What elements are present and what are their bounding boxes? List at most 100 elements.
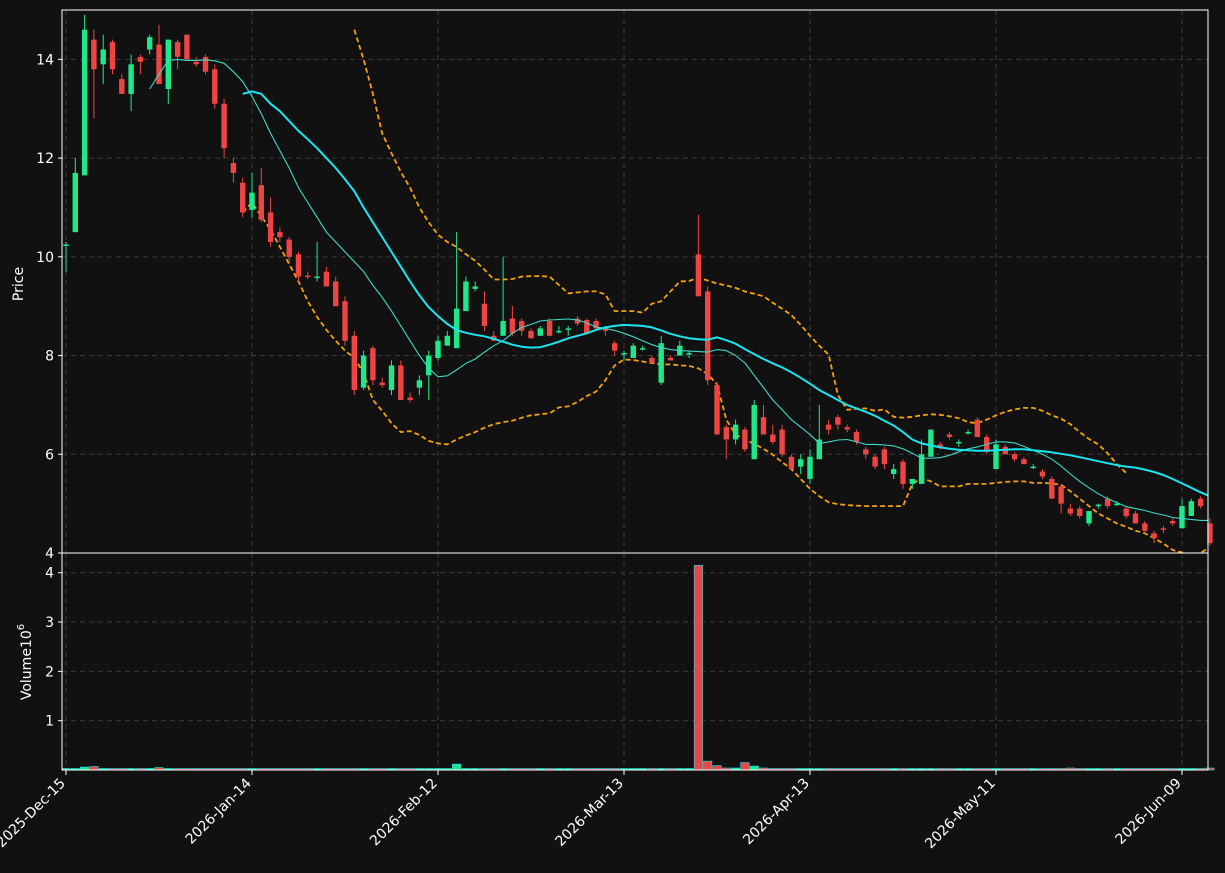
volume-axis-label-text: Volume	[19, 648, 35, 700]
candle-down	[230, 163, 237, 173]
candle-down	[844, 427, 850, 430]
candle-down	[351, 335, 357, 391]
candle-down	[788, 456, 795, 470]
chart-background	[0, 0, 1225, 873]
volume-bar-up	[452, 763, 462, 771]
candle-down	[1058, 486, 1064, 504]
candle-down	[1021, 459, 1027, 465]
candle-down	[872, 456, 878, 467]
candle-up	[639, 348, 646, 350]
candle-down	[881, 449, 888, 465]
volume-axis-label-exponent: 6	[16, 624, 27, 630]
candle-down	[1039, 471, 1046, 477]
candle-up	[956, 441, 962, 444]
candle-down	[342, 301, 348, 341]
candle-down	[667, 358, 674, 361]
candle-down	[277, 232, 283, 238]
price-tick-label: 6	[45, 447, 54, 463]
candle-up	[128, 64, 134, 94]
candle-up	[1188, 501, 1194, 516]
candle-down	[407, 397, 413, 400]
candle-down	[695, 254, 702, 297]
candle-up	[388, 365, 395, 391]
candle-down	[546, 320, 553, 336]
candle-down	[519, 320, 525, 331]
candle-down	[853, 432, 860, 442]
candle-down	[323, 271, 330, 287]
candle-down	[295, 254, 302, 277]
candle-up	[63, 244, 69, 246]
candle-up	[630, 345, 636, 359]
candle-down	[91, 39, 97, 70]
candle-down	[825, 424, 832, 430]
candle-up	[100, 49, 106, 65]
candle-down	[723, 427, 729, 440]
candle-down	[174, 42, 181, 57]
candle-down	[221, 103, 227, 149]
candle-up	[891, 469, 897, 475]
candle-down	[193, 61, 199, 65]
candle-down	[370, 348, 376, 381]
candle-up	[965, 432, 971, 434]
volume-axis-label: Volume106	[16, 624, 35, 700]
candle-down	[267, 212, 274, 243]
candle-up	[537, 328, 543, 336]
candle-down	[119, 79, 125, 94]
candle-up	[928, 429, 934, 457]
candle-up	[500, 320, 506, 336]
candle-down	[137, 56, 144, 62]
volume-tick-label: 4	[45, 566, 54, 582]
candle-down	[1160, 528, 1167, 530]
candle-up	[416, 380, 423, 388]
volume-tick-label: 2	[45, 664, 54, 680]
candle-up	[1030, 466, 1036, 469]
price-tick-label: 12	[36, 151, 54, 167]
candle-down	[258, 185, 264, 220]
candle-down	[900, 461, 906, 484]
candle-down	[974, 419, 981, 437]
candle-down	[1077, 508, 1083, 516]
candle-down	[946, 434, 953, 437]
candle-up	[360, 355, 367, 388]
volume-tick-label: 3	[45, 615, 54, 631]
volume-bar-down	[712, 765, 722, 771]
candle-up	[444, 335, 450, 346]
price-tick-label: 10	[36, 250, 54, 266]
candle-up	[807, 456, 813, 479]
candle-down	[333, 281, 339, 307]
volume-axis-label-base: 10	[19, 630, 35, 648]
candle-up	[81, 29, 88, 176]
candle-down	[1011, 454, 1018, 460]
price-tick-label: 14	[36, 52, 54, 68]
candle-down	[379, 382, 385, 386]
candle-up	[909, 478, 915, 484]
candle-down	[1067, 508, 1074, 514]
candle-down	[109, 42, 116, 70]
volume-tick-label: 1	[45, 714, 54, 730]
price-axis-label: Price	[11, 267, 27, 301]
candle-down	[705, 291, 711, 381]
candle-down	[1049, 478, 1055, 499]
candle-up	[249, 192, 255, 210]
candle-up	[751, 404, 757, 460]
candle-down	[509, 318, 516, 334]
candle-up	[732, 424, 739, 440]
candle-up	[798, 459, 804, 467]
candle-down	[202, 56, 209, 72]
candle-up	[165, 39, 171, 89]
candle-down	[398, 365, 404, 400]
candle-up	[1095, 504, 1101, 507]
candle-up	[686, 353, 692, 355]
candle-down	[649, 358, 655, 363]
candle-down	[1132, 513, 1139, 524]
volume-bar-down	[740, 762, 750, 771]
price-tick-label: 4	[45, 546, 54, 562]
price-tick-label: 8	[45, 349, 54, 365]
candle-down	[760, 417, 767, 435]
candle-up	[435, 340, 441, 359]
candle-down	[863, 449, 869, 455]
candle-down	[240, 182, 246, 213]
candle-down	[305, 275, 311, 278]
candle-down	[184, 34, 190, 60]
candle-up	[314, 276, 320, 279]
